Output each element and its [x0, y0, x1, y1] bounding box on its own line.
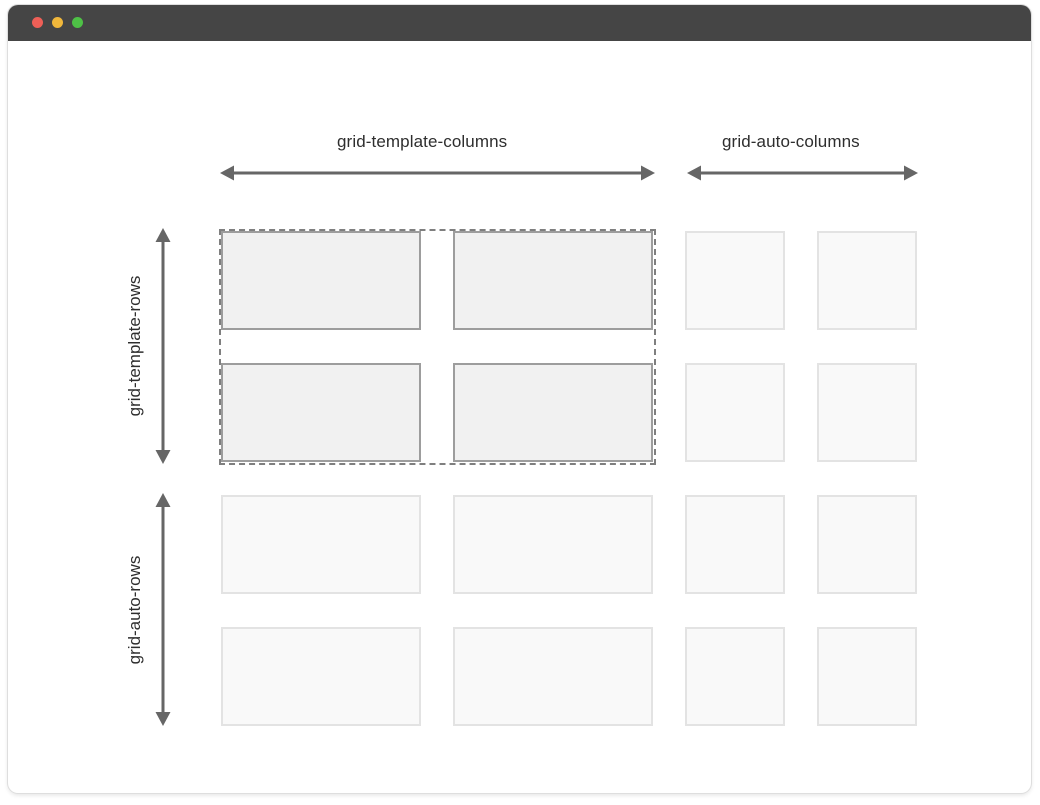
arrow-head-right	[641, 165, 655, 181]
arrow-head-down	[155, 450, 171, 464]
arrow-head-left	[687, 165, 701, 181]
arrow-head-up	[155, 228, 171, 242]
auto-row-cell-r4-c2	[453, 627, 653, 726]
arrow-head-down	[155, 712, 171, 726]
auto-row-cell-r3-c2	[453, 495, 653, 594]
auto-column-cell-r1-c3	[685, 231, 785, 330]
auto-columns-arrow	[687, 165, 918, 181]
template-columns-arrow	[220, 165, 655, 181]
auto-rows-arrow	[155, 493, 171, 726]
arrow-head-left	[220, 165, 234, 181]
arrow-head-up	[155, 493, 171, 507]
explicit-grid-outline	[219, 229, 656, 465]
auto-column-cell-r2-c4	[817, 363, 917, 462]
auto-row-cell-r3-c4	[817, 495, 917, 594]
auto-row-cell-r4-c4	[817, 627, 917, 726]
grid-diagram: grid-template-columns grid-auto-columns …	[0, 0, 1040, 805]
arrow-head-right	[904, 165, 918, 181]
auto-row-cell-r3-c1	[221, 495, 421, 594]
template-rows-arrow	[155, 228, 171, 464]
auto-column-cell-r2-c3	[685, 363, 785, 462]
auto-row-cell-r4-c1	[221, 627, 421, 726]
auto-row-cell-r4-c3	[685, 627, 785, 726]
auto-column-cell-r1-c4	[817, 231, 917, 330]
auto-row-cell-r3-c3	[685, 495, 785, 594]
